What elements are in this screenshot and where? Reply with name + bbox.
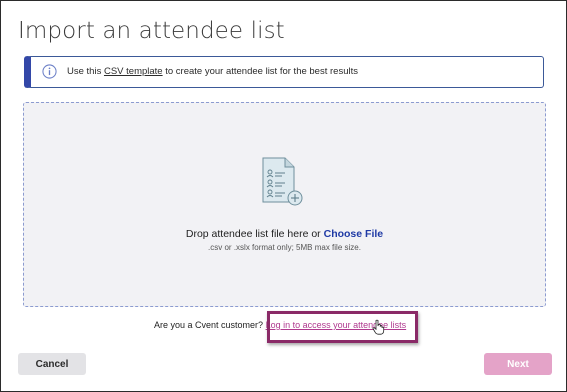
- import-attendee-dialog: Import an attendee list Use this CSV tem…: [0, 0, 567, 392]
- info-text: Use this CSV template to create your att…: [67, 66, 358, 77]
- attendee-file-add-icon: [262, 157, 303, 206]
- drop-text: Drop attendee list file here or: [185, 228, 324, 240]
- hand-cursor-icon: [372, 319, 385, 335]
- info-icon: [42, 64, 57, 79]
- drop-instructions: Drop attendee list file here or Choose F…: [24, 228, 545, 240]
- choose-file-link[interactable]: Choose File: [324, 228, 384, 240]
- csv-template-link[interactable]: CSV template: [104, 66, 163, 77]
- cancel-button[interactable]: Cancel: [18, 353, 86, 375]
- file-dropzone[interactable]: Drop attendee list file here or Choose F…: [23, 102, 546, 307]
- customer-question: Are you a Cvent customer?: [154, 320, 266, 330]
- info-banner: Use this CSV template to create your att…: [24, 56, 544, 88]
- login-highlight-box: [267, 311, 418, 343]
- page-title: Import an attendee list: [18, 18, 285, 44]
- format-hint: .csv or .xslx format only; 5MB max file …: [208, 243, 361, 252]
- next-button[interactable]: Next: [484, 353, 552, 375]
- info-text-prefix: Use this: [67, 66, 104, 77]
- info-text-suffix: to create your attendee list for the bes…: [162, 66, 358, 77]
